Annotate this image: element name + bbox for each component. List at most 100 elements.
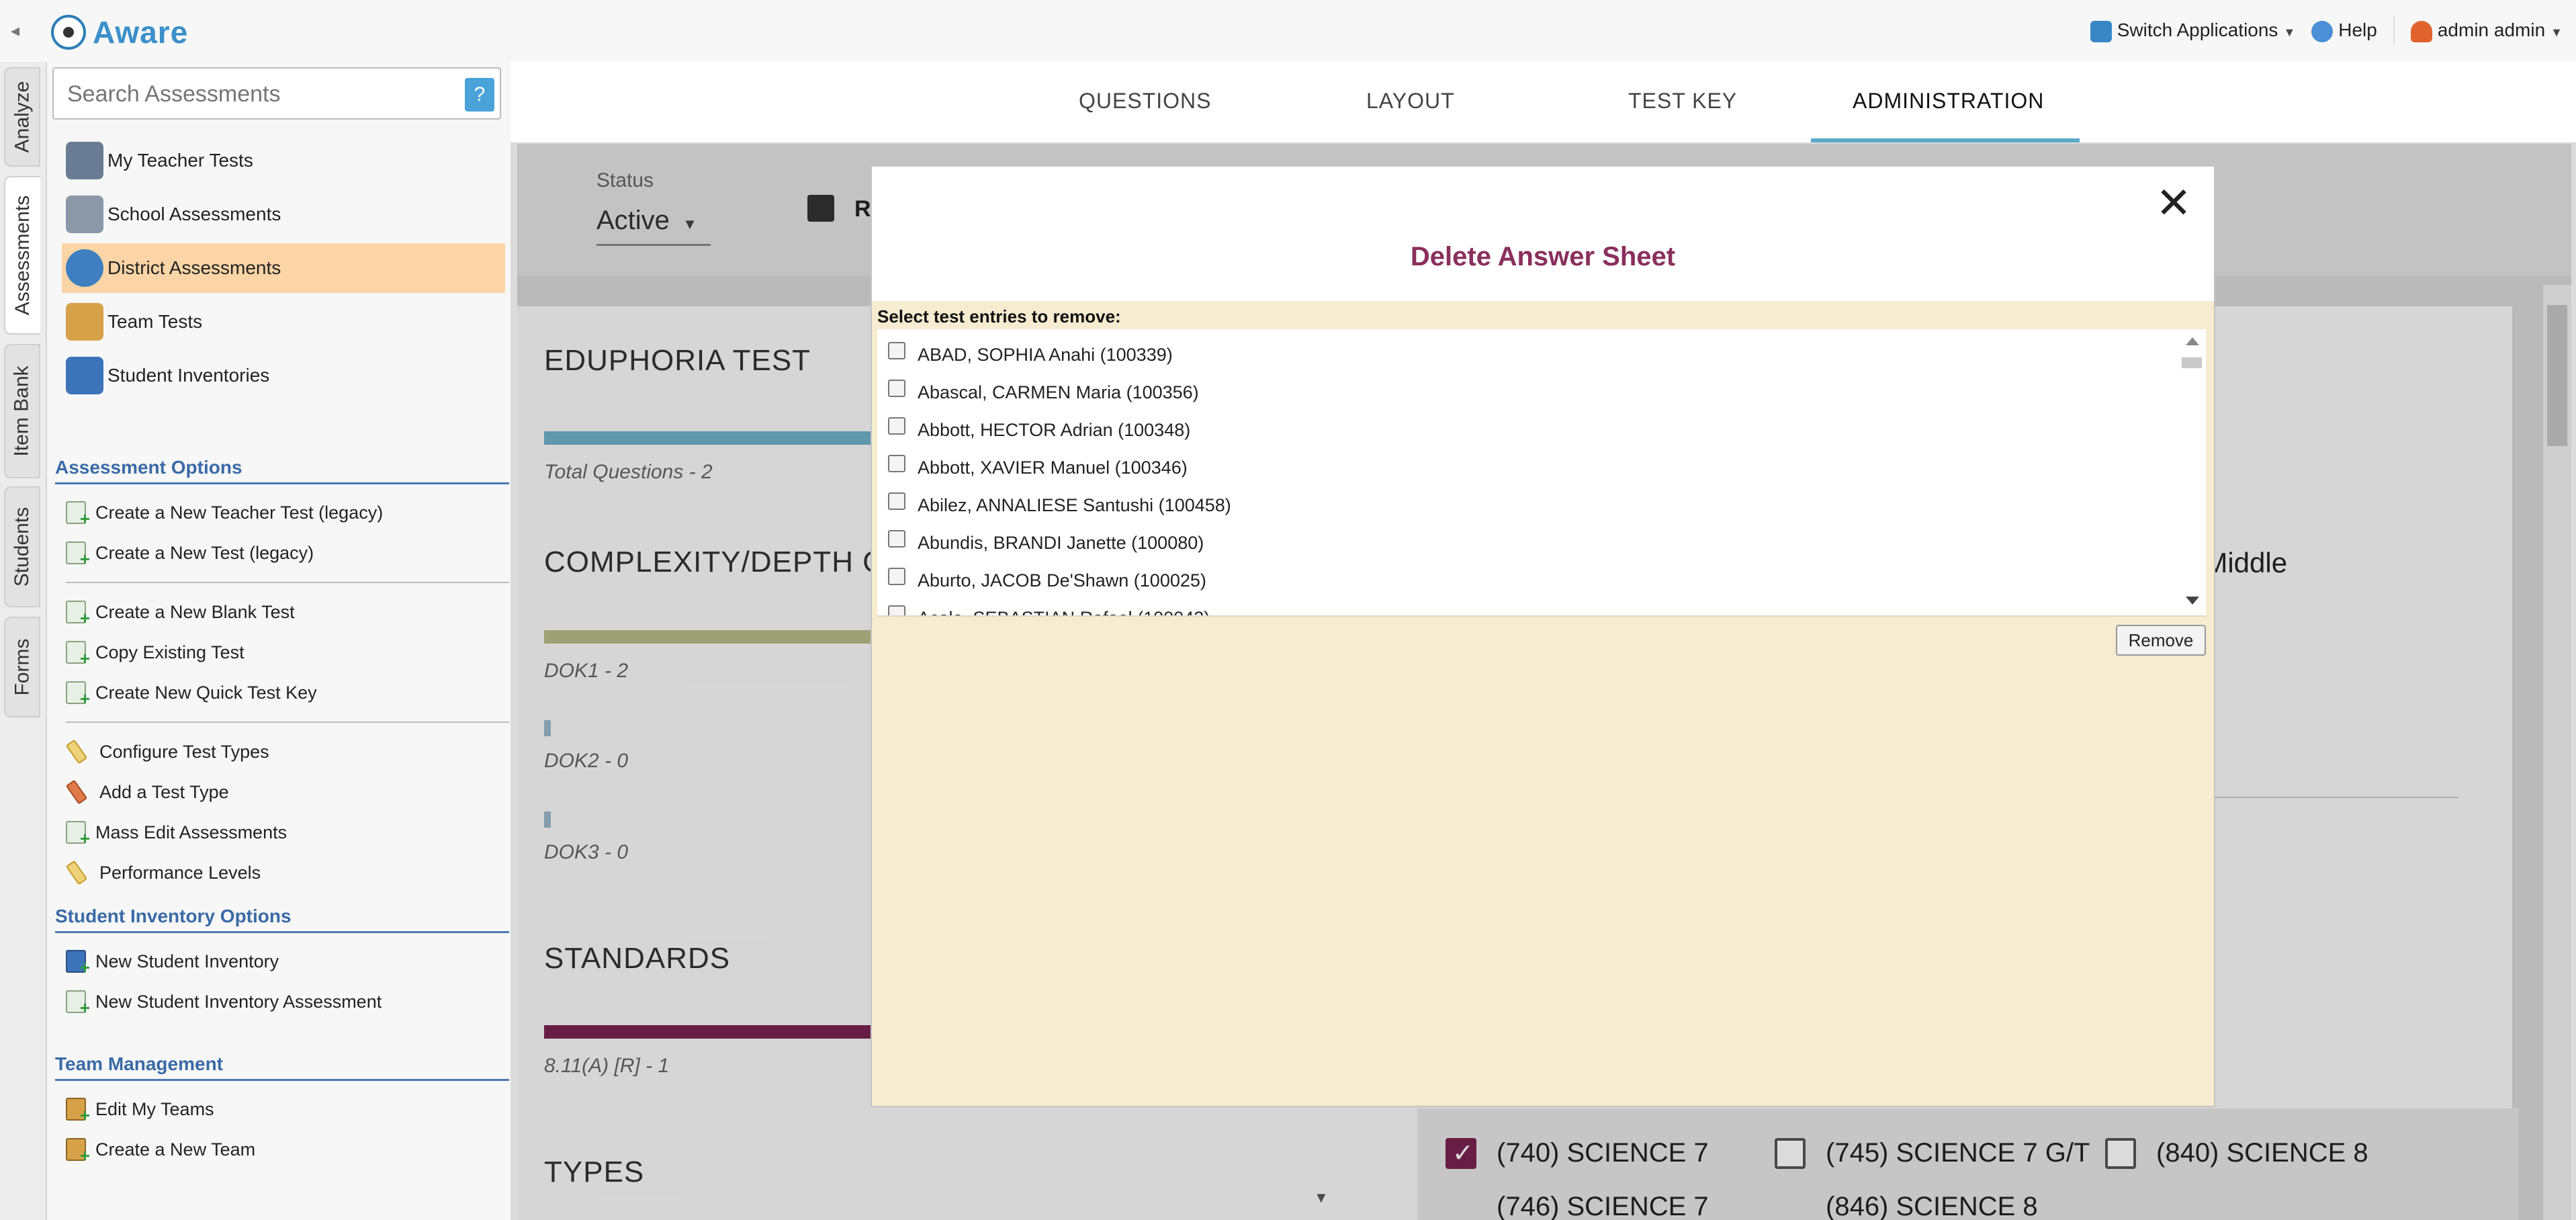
list-item[interactable]: Abundis, BRANDI Janette (100080) [888,525,1204,560]
list-item[interactable]: Abbott, HECTOR Adrian (100348) [888,412,1190,447]
new-student-inventory-link[interactable]: New Student Inventory [66,945,279,978]
teacher-icon [66,142,103,179]
app-logo[interactable]: Aware [51,12,188,52]
left-panel: ? My Teacher Tests School Assessments Di… [47,62,510,1220]
nav-district-assessments[interactable]: District Assessments [62,243,505,293]
copy-existing-test-link[interactable]: Copy Existing Test [66,636,245,669]
new-document-icon [66,601,90,629]
tab-test-key[interactable]: TEST KEY [1628,89,1737,114]
option-label: New Student Inventory [95,951,279,971]
option-label: Create a New Team [95,1139,256,1160]
entry-checkbox[interactable] [888,530,905,548]
help-link[interactable]: Help [2311,19,2377,42]
nav-team-tests[interactable]: Team Tests [62,297,505,347]
chevron-down-icon: ▼ [2550,26,2563,40]
copy-document-icon [66,641,90,669]
student-inventory-options-title: Student Inventory Options [55,906,509,933]
create-new-quick-test-key-link[interactable]: Create New Quick Test Key [66,676,317,709]
option-label: Create a New Blank Test [95,601,295,622]
tab-assessments[interactable]: Assessments [4,176,40,335]
user-icon [2410,20,2432,42]
option-label: Edit My Teams [95,1098,214,1119]
nav-student-inventories[interactable]: Student Inventories [62,351,505,400]
option-label: New Student Inventory Assessment [95,991,382,1012]
list-item[interactable]: Acala, SEBASTIAN Rafael (100043) [888,601,1210,616]
tab-layout[interactable]: LAYOUT [1366,89,1455,114]
entry-checkbox[interactable] [888,380,905,397]
list-item[interactable]: Abascal, CARMEN Maria (100356) [888,375,1199,410]
team-management-title: Team Management [55,1053,509,1081]
entry-checkbox[interactable] [888,342,905,359]
entry-label: ABAD, SOPHIA Anahi (100339) [918,344,1173,365]
tab-analyze[interactable]: Analyze [4,67,40,167]
list-item[interactable]: Aburto, JACOB De'Shawn (100025) [888,563,1206,598]
scrollbar-thumb[interactable] [2182,357,2202,368]
create-new-teacher-test-legacy-link[interactable]: Create a New Teacher Test (legacy) [66,496,383,529]
tab-bar: QUESTIONS LAYOUT TEST KEY ADMINISTRATION [510,62,2576,142]
team-edit-icon [66,1098,90,1126]
tab-item-bank[interactable]: Item Bank [4,344,40,478]
configure-test-types-link[interactable]: Configure Test Types [65,735,269,769]
scroll-up-icon[interactable] [2186,337,2199,345]
option-label: Copy Existing Test [95,642,245,662]
vertical-tabs: Analyze Assessments Item Bank Students F… [0,62,47,1220]
help-label: Help [2338,19,2377,41]
list-scrollbar[interactable] [2179,331,2205,613]
team-add-icon [66,1138,90,1166]
option-label: Create a New Test (legacy) [95,542,314,563]
option-label: Create a New Teacher Test (legacy) [95,502,384,523]
list-item[interactable]: ABAD, SOPHIA Anahi (100339) [888,337,1173,372]
mass-edit-assessments-link[interactable]: Mass Edit Assessments [66,816,287,849]
entry-checkbox[interactable] [888,568,905,585]
nav-school-assessments[interactable]: School Assessments [62,189,505,239]
entry-checkbox[interactable] [888,492,905,510]
nav-label: District Assessments [107,257,281,278]
dialog-title: Delete Answer Sheet [1410,242,1676,271]
aware-eye-icon [51,15,86,50]
tab-students[interactable]: Students [4,486,40,607]
entry-label: Acala, SEBASTIAN Rafael (100043) [918,608,1210,616]
entry-label: Abundis, BRANDI Janette (100080) [918,532,1204,553]
create-new-blank-test-link[interactable]: Create a New Blank Test [66,595,295,629]
globe-icon [66,249,103,287]
entry-label: Abbott, HECTOR Adrian (100348) [918,419,1191,440]
collapse-panel-icon[interactable]: ◂ [11,20,26,40]
entry-checkbox[interactable] [888,455,905,472]
add-test-type-link[interactable]: Add a Test Type [65,775,229,809]
tab-students-label: Students [11,507,34,587]
help-icon [2311,20,2334,42]
switch-applications-button[interactable]: Switch Applications ▼ [2090,19,2295,42]
nav-my-teacher-tests[interactable]: My Teacher Tests [62,136,505,185]
edit-my-teams-link[interactable]: Edit My Teams [66,1092,214,1126]
nav-label: My Teacher Tests [107,150,253,171]
entry-checkbox[interactable] [888,605,905,615]
create-new-team-link[interactable]: Create a New Team [66,1133,255,1166]
header-actions: Switch Applications ▼ Help admin admin ▼ [2090,13,2563,48]
tab-forms[interactable]: Forms [4,617,40,717]
create-new-test-legacy-link[interactable]: Create a New Test (legacy) [66,536,314,570]
assessment-options-title: Assessment Options [55,457,509,484]
scroll-down-icon[interactable] [2186,597,2199,605]
tab-forms-label: Forms [11,638,33,696]
user-menu[interactable]: admin admin ▼ [2410,19,2563,42]
remove-button[interactable]: Remove [2116,625,2206,656]
option-label: Mass Edit Assessments [95,822,287,842]
search-help-button[interactable]: ? [465,78,494,112]
test-entries-list[interactable]: ABAD, SOPHIA Anahi (100339) Abascal, CAR… [877,329,2206,617]
option-label: Add a Test Type [99,781,229,802]
new-student-inventory-assessment-link[interactable]: New Student Inventory Assessment [66,985,382,1018]
search-input[interactable] [66,78,445,110]
nav-label: School Assessments [107,204,281,224]
entry-checkbox[interactable] [888,417,905,435]
tab-administration[interactable]: ADMINISTRATION [1853,89,2044,114]
close-icon[interactable]: ✕ [2153,181,2194,224]
option-label: Create New Quick Test Key [95,682,317,703]
book-icon [66,357,103,394]
user-name: admin admin [2437,19,2546,41]
pencil-icon [65,739,88,765]
list-item[interactable]: Abbott, XAVIER Manuel (100346) [888,450,1188,485]
performance-levels-link[interactable]: Performance Levels [65,856,261,889]
school-building-icon [66,195,103,233]
tab-questions[interactable]: QUESTIONS [1079,89,1211,114]
list-item[interactable]: Abilez, ANNALIESE Santushi (100458) [888,488,1231,523]
